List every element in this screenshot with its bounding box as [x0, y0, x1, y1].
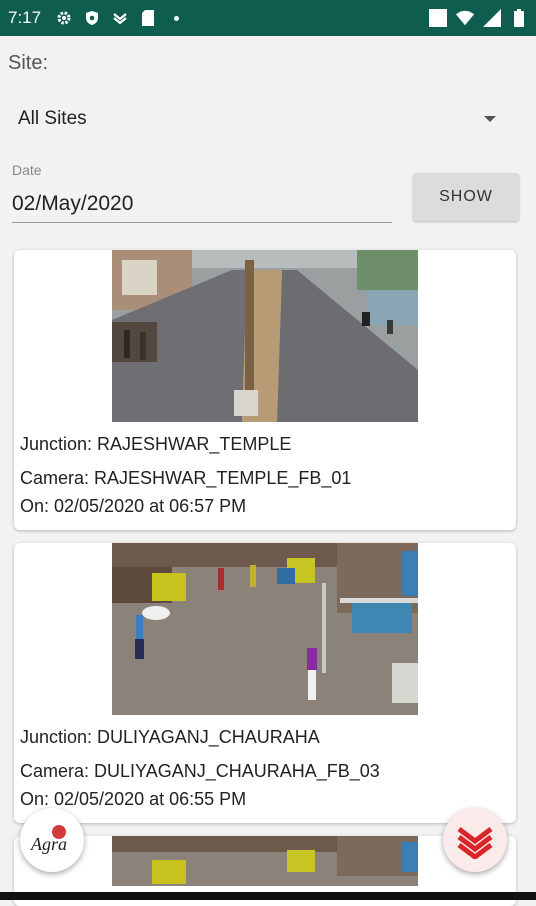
card-junction: Junction: DULIYAGANJ_CHAURAHA: [20, 727, 320, 747]
date-field[interactable]: 02/May/2020: [12, 190, 392, 223]
card-timestamp: On: 02/05/2020 at 06:57 PM: [20, 496, 247, 516]
site-dropdown-value: All Sites: [18, 108, 87, 129]
signal-icon: [483, 9, 501, 27]
card-camera: Camera: DULIYAGANJ_CHAURAHA_FB_03: [20, 761, 380, 781]
square-icon: [429, 9, 447, 27]
layers-red-button[interactable]: [443, 808, 507, 872]
shield-icon: [83, 9, 101, 27]
show-button[interactable]: SHOW: [413, 173, 519, 221]
status-bar: 7:17: [0, 0, 536, 36]
site-label: Site:: [8, 52, 49, 74]
layers-red-icon: [457, 827, 493, 859]
wifi-icon: [456, 9, 474, 27]
card-camera: Camera: RAJESHWAR_TEMPLE_FB_01: [20, 468, 352, 488]
battery-icon: [510, 9, 528, 27]
camera-snapshot-image[interactable]: [112, 250, 418, 422]
capture-card[interactable]: Junction: RAJESHWAR_TEMPLE Camera: RAJES…: [14, 250, 516, 530]
dot-icon: [167, 9, 185, 27]
camera-snapshot-image[interactable]: [112, 836, 418, 886]
svg-text:Agra: Agra: [30, 834, 67, 854]
layers-icon: [111, 9, 129, 27]
camera-snapshot-image[interactable]: [112, 543, 418, 715]
capture-card[interactable]: Junction: DULIYAGANJ_CHAURAHA Camera: DU…: [14, 543, 516, 823]
bottom-edge: [0, 892, 536, 900]
agra-logo-icon: Agra: [30, 825, 67, 854]
sim-card-icon: [139, 9, 157, 27]
agra-logo-button[interactable]: Agra: [20, 808, 84, 872]
date-label: Date: [12, 162, 42, 178]
dropdown-arrow-icon: [484, 116, 496, 122]
gear-icon: [55, 9, 73, 27]
date-field-value: 02/May/2020: [12, 192, 134, 215]
card-timestamp: On: 02/05/2020 at 06:55 PM: [20, 789, 247, 809]
site-dropdown[interactable]: All Sites: [18, 106, 508, 136]
card-junction: Junction: RAJESHWAR_TEMPLE: [20, 434, 292, 454]
status-time: 7:17: [8, 8, 42, 27]
